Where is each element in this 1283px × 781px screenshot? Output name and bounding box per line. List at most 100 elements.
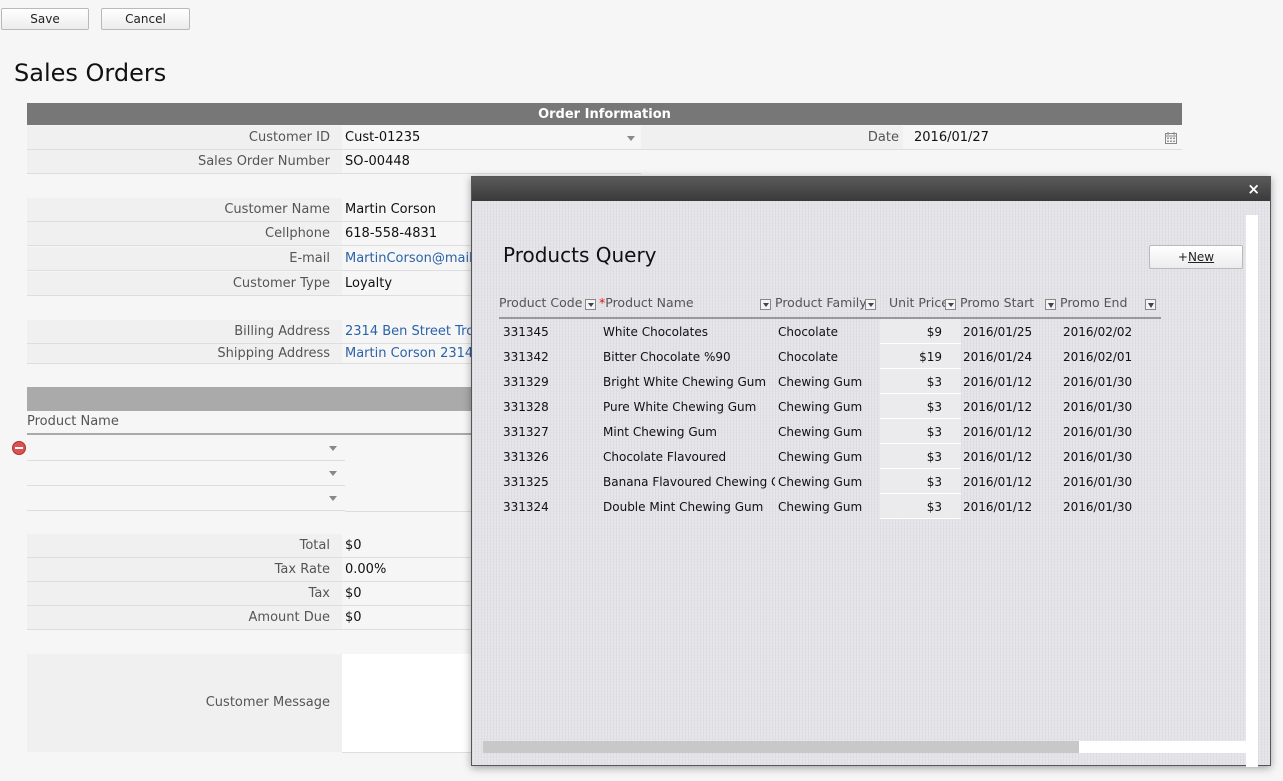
cell-end: 2016/01/30 [1063, 375, 1133, 389]
table-row[interactable]: 331328 Pure White Chewing Gum Chewing Gum $… [499, 394, 1161, 419]
column-header-label: Product Family [775, 295, 867, 310]
line-items-header-bar [27, 387, 472, 411]
table-row[interactable]: 331324 Double Mint Chewing Gum Chewing Gum… [499, 494, 1161, 519]
horizontal-scrollbar[interactable] [483, 741, 1246, 753]
new-button-label: New [1187, 250, 1215, 264]
dialog-titlebar[interactable]: × [472, 177, 1270, 201]
cell-end: 2016/01/30 [1063, 425, 1133, 439]
column-header-product-family[interactable]: Product Family [775, 295, 867, 317]
cell-name: White Chocolates [603, 325, 708, 339]
cell-price: $3 [926, 475, 942, 489]
column-header-promo-start[interactable]: Promo Start [960, 295, 1034, 317]
product-select-row-3[interactable] [27, 486, 345, 511]
cellphone-row: Cellphone 618-558-4831 [27, 222, 472, 246]
product-select-row-2[interactable] [27, 461, 345, 486]
cancel-button[interactable]: Cancel [101, 8, 190, 30]
remove-row-icon[interactable] [12, 441, 26, 455]
email-row: E-mail MartinCorson@mail.c [27, 247, 484, 271]
cellphone-value: 618-558-4831 [345, 226, 438, 241]
customer-id-row: Customer ID Cust-01235 [27, 126, 641, 150]
cell-name: Double Mint Chewing Gum [603, 500, 764, 514]
column-header-product-code[interactable]: Product Code [499, 295, 582, 317]
tax-rate-row: Tax Rate 0.00% [27, 558, 472, 582]
filter-icon[interactable] [1045, 299, 1056, 310]
sales-order-number-label: Sales Order Number [197, 154, 330, 169]
chevron-down-icon[interactable] [627, 136, 635, 141]
chevron-down-icon[interactable] [329, 496, 337, 501]
cell-start: 2016/01/12 [963, 450, 1033, 464]
sales-order-number-value: SO-00448 [345, 154, 410, 169]
billing-address-label: Billing Address [234, 324, 330, 339]
tax-rate-value: 0.00% [345, 562, 387, 577]
cell-code: 331329 [503, 375, 549, 389]
cell-price: $3 [926, 425, 942, 439]
customer-id-select[interactable]: Cust-01235 [345, 130, 420, 145]
customer-id-label: Customer ID [248, 130, 330, 145]
table-row[interactable]: 331342 Bitter Chocolate %90 Chocolate $19 20… [499, 344, 1161, 369]
cell-end: 2016/02/01 [1063, 350, 1133, 364]
column-header-unit-price[interactable]: Unit Price [889, 295, 949, 317]
sort-menu-icon[interactable] [945, 299, 956, 310]
table-row[interactable]: 331345 White Chocolates Chocolate $9 2016/01… [499, 319, 1161, 344]
sort-menu-icon[interactable] [760, 299, 771, 310]
sort-menu-icon[interactable] [585, 299, 596, 310]
tax-row: Tax $0 [27, 582, 472, 606]
cell-code: 331327 [503, 425, 549, 439]
billing-address-link[interactable]: 2314 Ben Street Troy [345, 324, 482, 339]
product-name-column-header: Product Name [27, 414, 119, 429]
shipping-address-row: Shipping Address Martin Corson 2314 B [27, 344, 486, 364]
sales-order-number-row: Sales Order Number SO-00448 [27, 150, 641, 174]
save-button[interactable]: Save [1, 8, 89, 30]
cell-start: 2016/01/24 [963, 350, 1033, 364]
chevron-down-icon[interactable] [329, 471, 337, 476]
table-row[interactable]: 331326 Chocolate Flavoured Chewing Gum $3 20… [499, 444, 1161, 469]
calendar-icon[interactable] [1165, 132, 1177, 144]
cell-end: 2016/01/30 [1063, 450, 1133, 464]
table-row[interactable]: 331329 Bright White Chewing Gum Chewing Gu… [499, 369, 1161, 394]
close-icon[interactable]: × [1247, 180, 1260, 198]
new-button[interactable]: + New [1149, 245, 1243, 269]
sort-menu-icon[interactable] [865, 299, 876, 310]
horizontal-scrollbar-thumb[interactable] [483, 741, 1079, 753]
shipping-address-link[interactable]: Martin Corson 2314 B [345, 346, 486, 361]
cell-family: Chewing Gum [778, 500, 863, 514]
filter-icon[interactable] [1145, 299, 1156, 310]
cell-price: $3 [926, 450, 942, 464]
customer-message-label: Customer Message [205, 695, 330, 710]
cell-price: $3 [926, 400, 942, 414]
cellphone-label: Cellphone [265, 226, 330, 241]
column-header-label: Unit Price [889, 295, 949, 310]
chevron-down-icon[interactable] [329, 446, 337, 451]
cell-family: Chewing Gum [778, 425, 863, 439]
cell-start: 2016/01/12 [963, 500, 1033, 514]
customer-name-value: Martin Corson [345, 202, 436, 217]
column-header-promo-end[interactable]: Promo End [1060, 295, 1127, 317]
cell-code: 331345 [503, 325, 549, 339]
products-query-dialog: × Products Query + New Product Code *Prod… [471, 176, 1271, 767]
email-link[interactable]: MartinCorson@mail.c [345, 251, 484, 266]
cell-start: 2016/01/12 [963, 425, 1033, 439]
customer-message-field[interactable] [342, 654, 472, 753]
cell-name: Bitter Chocolate %90 [603, 350, 731, 364]
product-select-row-1[interactable] [27, 436, 345, 461]
column-header-label: Product Name [605, 295, 694, 310]
cell-start: 2016/01/25 [963, 325, 1033, 339]
customer-type-label: Customer Type [232, 276, 330, 291]
amount-due-value: $0 [345, 610, 362, 625]
cell-code: 331324 [503, 500, 549, 514]
column-header-product-name[interactable]: *Product Name [599, 295, 694, 317]
date-row: Date 2016/01/27 [641, 126, 1182, 150]
vertical-scrollbar[interactable] [1246, 215, 1258, 767]
dialog-body: Products Query + New Product Code *Produc… [472, 201, 1270, 767]
cell-name: Pure White Chewing Gum [603, 400, 757, 414]
tax-value: $0 [345, 586, 362, 601]
cell-family: Chewing Gum [778, 475, 863, 489]
cell-family: Chewing Gum [778, 400, 863, 414]
cell-price: $19 [919, 350, 942, 364]
cell-family: Chocolate [778, 350, 839, 364]
table-row[interactable]: 331325 Banana Flavoured Chewing GumChewin… [499, 469, 1161, 494]
cell-price: $9 [926, 325, 942, 339]
customer-name-label: Customer Name [224, 202, 330, 217]
date-field[interactable]: 2016/01/27 [914, 130, 989, 145]
table-row[interactable]: 331327 Mint Chewing Gum Chewing Gum $3 2016/… [499, 419, 1161, 444]
